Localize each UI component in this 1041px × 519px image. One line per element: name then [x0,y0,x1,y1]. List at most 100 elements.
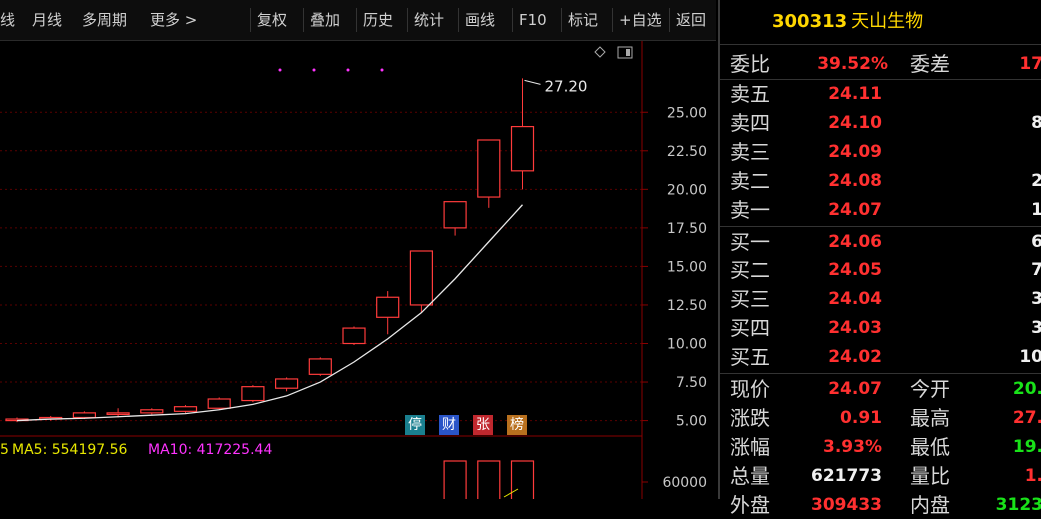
stock-title: 300313 天山生物 [720,0,1041,45]
marker-dot [278,68,282,72]
ma-line [16,204,523,422]
candle-body[interactable] [342,327,366,345]
bid-volume: 7 [1031,260,1041,281]
price-tick-label: 12.50 [667,298,707,314]
candle-body[interactable] [510,125,535,172]
toolbar-week-line-button[interactable]: 线 [0,8,15,32]
ask-volume: 1 [1031,199,1041,220]
candle-body[interactable] [72,412,97,419]
volume-tick-label: 60000 [662,475,707,491]
volume-bar[interactable] [510,460,535,499]
ma10-legend: MA10: 417225.44 [148,442,272,458]
price-tick-label: 15.00 [667,259,707,275]
marker-dot [346,68,350,72]
quote-panel: 300313 天山生物 委比 39.52% 委差 17 卖五 24.11 卖四 24.10 8 卖三… [718,0,1041,517]
stat-value: 20. [1012,379,1041,399]
ask-price: 24.11 [828,84,882,104]
toolbar-fuquan-button[interactable]: 复权 [250,8,287,32]
candle-body[interactable] [477,139,501,198]
kline-chart-area[interactable]: 25.00 22.50 20.00 17.50 15.00 12.50 10.00 7.50 5… [0,41,716,499]
badge-1[interactable]: 财 [439,415,459,435]
stat-value: 24.07 [828,379,882,399]
candle-body[interactable] [207,398,231,409]
price-tick-label: 5.00 [676,414,707,430]
kline-svg: 25.00 22.50 20.00 17.50 15.00 12.50 10.00 7.50 5… [0,41,707,499]
price-tick-label: 7.50 [676,375,707,391]
candle-body[interactable] [140,409,164,414]
ask-label: 卖一 [730,197,770,222]
candle-body[interactable] [308,358,332,375]
ask-price: 24.08 [828,170,882,191]
bid-label: 买三 [730,287,770,312]
candle-body[interactable] [376,296,400,318]
candle-body[interactable] [173,406,198,412]
toolbar-month-line-button[interactable]: 月线 [32,8,62,32]
stat-label: 内盘 [910,492,950,517]
bid-price: 24.05 [828,260,882,281]
toolbar-draw-line-button[interactable]: 画线 [458,8,495,32]
ma-legend-prefix: 5 [0,442,9,458]
badge-3[interactable]: 榜 [507,415,527,435]
toolbar-more-menu-button[interactable]: 更多 > [150,8,197,32]
volume-bar[interactable] [477,460,501,499]
ask-price: 24.10 [828,112,882,133]
stat-label: 总量 [730,463,770,488]
bid-volume: 3 [1031,318,1041,339]
toolbar-back-button[interactable]: 返回 [669,8,706,32]
stat-value: 621773 [811,465,882,486]
bid-label: 买一 [730,229,770,254]
weibi-value: 39.52% [817,54,888,74]
stat-label: 涨跌 [730,405,770,430]
candle-body[interactable] [443,201,467,229]
diamond-icon[interactable] [594,46,606,58]
price-tick-label: 22.50 [667,144,707,160]
stat-value: 3.93% [823,436,882,457]
toolbar-f10-button[interactable]: F10 [512,8,547,32]
stat-value: 3123 [995,494,1041,515]
ask-label: 卖三 [730,139,770,164]
toolbar-multi-period-button[interactable]: 多周期 [82,8,127,32]
candle-body[interactable] [275,378,299,389]
max-price-label: 27.20 [545,77,588,95]
weicha-value: 17 [1019,54,1041,74]
price-tick-label: 20.00 [667,182,707,198]
stock-code: 300313 [772,11,848,32]
candle-body[interactable] [409,250,433,306]
stat-label: 今开 [910,377,950,401]
toolbar-history-button[interactable]: 历史 [356,8,393,32]
toolbar-add-watchlist-button[interactable]: +自选 [612,8,662,32]
ask-price: 24.07 [828,199,882,220]
bid-label: 买二 [730,258,770,283]
ask-volume: 2 [1031,170,1041,191]
ask-label: 卖五 [730,82,770,106]
bid-price: 24.06 [828,231,882,252]
stat-value: 1. [1024,465,1041,486]
badge-2[interactable]: 张 [473,415,493,435]
marker-dot [380,68,384,72]
toolbar-statistics-button[interactable]: 统计 [407,8,444,32]
bid-label: 买五 [730,345,770,370]
bid-price: 24.03 [828,318,882,339]
window-icon-fill [626,49,630,56]
volume-bar[interactable] [443,460,467,499]
candle-body[interactable] [106,412,130,416]
candle-body[interactable] [241,386,265,402]
stock-name: 天山生物 [851,11,924,32]
ask-label: 卖二 [730,168,770,193]
separator [720,373,1041,374]
bid-label: 买四 [730,316,770,341]
stat-label: 现价 [730,377,770,401]
ask-label: 卖四 [730,110,770,135]
toolbar-overlay-button[interactable]: 叠加 [303,8,340,32]
price-tick-label: 17.50 [667,221,707,237]
marker-dot [312,68,316,72]
chart-toolbar: 线月线 多周期 更多 > 复权 叠加 历史 统计 画线 F10 标记 +自选 返回 [0,0,716,41]
bid-volume: 10 [1019,347,1041,368]
weicha-label: 委差 [910,52,950,76]
bid-volume: 6 [1031,231,1041,252]
stat-label: 外盘 [730,492,770,517]
ask-volume: 8 [1031,112,1041,133]
toolbar-mark-button[interactable]: 标记 [561,8,598,32]
badge-0[interactable]: 停 [405,415,425,435]
stat-value: 27. [1012,407,1041,428]
